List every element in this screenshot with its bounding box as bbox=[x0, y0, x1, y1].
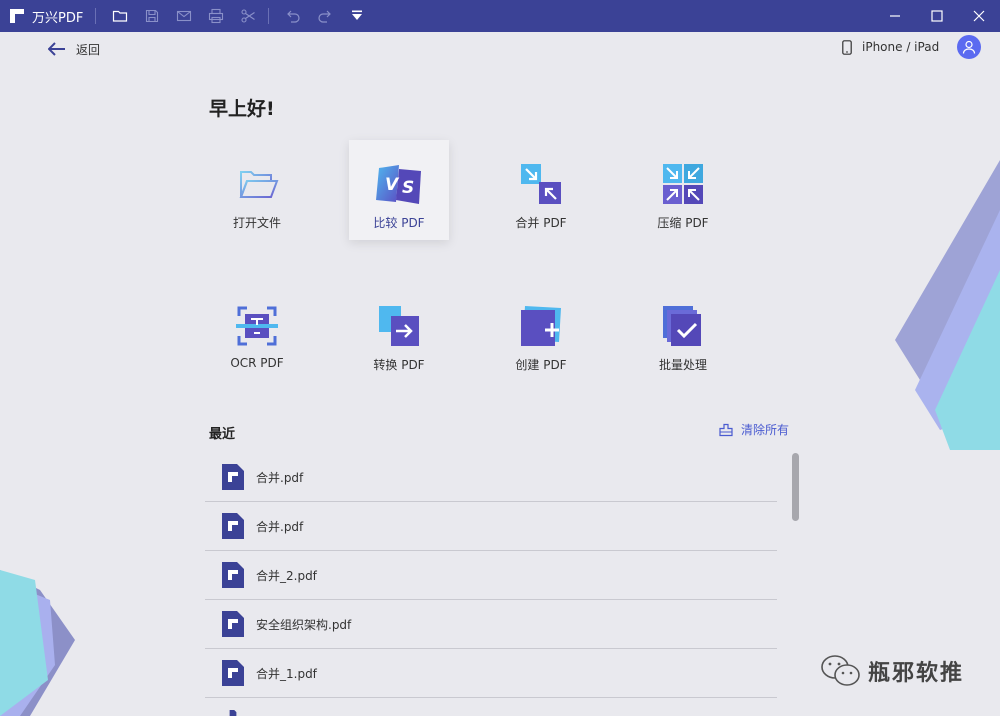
merge-icon bbox=[521, 164, 561, 204]
recent-file-list: 合并.pdf 合并.pdf 合并_2.pdf 安全组织架构.pdf 合并_1.p… bbox=[205, 453, 777, 716]
tile-label: 转换 PDF bbox=[373, 358, 425, 372]
tile-open-file[interactable]: 打开文件 bbox=[207, 140, 307, 240]
avatar[interactable] bbox=[957, 35, 981, 59]
pdf-file-icon bbox=[222, 562, 244, 588]
phone-icon bbox=[842, 39, 852, 55]
toolbar-divider bbox=[95, 8, 97, 24]
tile-label: 合并 PDF bbox=[515, 216, 567, 230]
cut-icon[interactable] bbox=[232, 0, 264, 32]
svg-text:V: V bbox=[385, 175, 400, 195]
list-item[interactable]: 合并_2.pdf bbox=[205, 551, 777, 600]
watermark: 瓶邪软推 bbox=[820, 654, 964, 688]
list-item[interactable]: 合并_1.pdf bbox=[205, 649, 777, 698]
tile-compare-pdf[interactable]: V S 比较 PDF bbox=[349, 140, 449, 240]
dropdown-icon[interactable] bbox=[341, 0, 373, 32]
tile-label: 创建 PDF bbox=[515, 358, 567, 372]
print-icon[interactable] bbox=[200, 0, 232, 32]
tile-label: 压缩 PDF bbox=[657, 216, 709, 230]
list-item[interactable]: 合并.pdf bbox=[205, 453, 777, 502]
arrow-left-icon bbox=[48, 42, 65, 56]
tile-convert-pdf[interactable]: 转换 PDF bbox=[349, 282, 449, 382]
batch-icon bbox=[663, 306, 701, 346]
mail-icon[interactable] bbox=[168, 0, 200, 32]
file-name: 合并_2.pdf bbox=[256, 568, 317, 583]
pdf-file-icon bbox=[222, 660, 244, 686]
device-label: iPhone / iPad bbox=[862, 40, 940, 54]
save-icon[interactable] bbox=[136, 0, 168, 32]
convert-icon bbox=[379, 306, 419, 346]
file-name: 合并_1.pdf bbox=[256, 666, 317, 681]
folder-icon[interactable] bbox=[104, 0, 136, 32]
tile-batch-process[interactable]: 批量处理 bbox=[633, 282, 733, 382]
close-icon[interactable] bbox=[958, 0, 1000, 32]
list-scrollbar[interactable] bbox=[792, 453, 799, 521]
file-name: 合并.pdf bbox=[256, 470, 304, 485]
clear-all-button[interactable]: 清除所有 bbox=[719, 421, 789, 438]
pdf-file-icon bbox=[222, 464, 244, 490]
redo-icon[interactable] bbox=[309, 0, 341, 32]
minimize-icon[interactable] bbox=[874, 0, 916, 32]
back-button[interactable]: 返回 bbox=[48, 38, 100, 60]
compare-icon: V S bbox=[376, 165, 421, 204]
list-item[interactable]: 安全组织架构.pdf bbox=[205, 600, 777, 649]
watermark-text: 瓶邪软推 bbox=[868, 661, 965, 686]
ocr-icon bbox=[236, 306, 278, 346]
file-name: 安全组织架构.pdf bbox=[256, 617, 352, 632]
undo-icon[interactable] bbox=[277, 0, 309, 32]
clear-all-label: 清除所有 bbox=[741, 423, 790, 437]
back-label: 返回 bbox=[76, 42, 101, 57]
wechat-icon bbox=[821, 655, 860, 686]
app-logo-icon bbox=[10, 9, 24, 23]
list-item[interactable]: 合并.pdf bbox=[205, 502, 777, 551]
tile-ocr-pdf[interactable]: OCR PDF bbox=[207, 282, 307, 382]
tile-label: 比较 PDF bbox=[373, 216, 425, 230]
app-name: 万兴PDF bbox=[32, 10, 84, 26]
pdf-file-icon bbox=[229, 710, 237, 716]
tile-merge-pdf[interactable]: 合并 PDF bbox=[491, 140, 591, 240]
tile-label: 打开文件 bbox=[232, 216, 281, 230]
open-folder-icon bbox=[239, 171, 279, 198]
device-link[interactable]: iPhone / iPad bbox=[842, 37, 939, 57]
svg-text:S: S bbox=[402, 178, 414, 198]
file-name: 合并.pdf bbox=[256, 519, 304, 534]
greeting-title: 早上好! bbox=[209, 98, 275, 120]
decor-right-shapes bbox=[895, 160, 1000, 450]
title-bar: 万兴PDF bbox=[0, 0, 1000, 32]
decor-left-shapes bbox=[0, 570, 75, 716]
list-item-partial[interactable] bbox=[205, 698, 777, 716]
recent-title: 最近 bbox=[209, 427, 236, 442]
pdf-file-icon bbox=[222, 513, 244, 539]
compress-icon bbox=[663, 164, 703, 204]
broom-icon bbox=[719, 423, 733, 436]
toolbar-divider bbox=[268, 8, 270, 24]
tile-label: OCR PDF bbox=[230, 356, 284, 370]
tile-compress-pdf[interactable]: 压缩 PDF bbox=[633, 140, 733, 240]
maximize-icon[interactable] bbox=[916, 0, 958, 32]
user-icon bbox=[962, 40, 976, 54]
create-icon bbox=[521, 306, 561, 346]
tile-create-pdf[interactable]: 创建 PDF bbox=[491, 282, 591, 382]
pdf-file-icon bbox=[222, 611, 244, 637]
tile-label: 批量处理 bbox=[658, 358, 707, 372]
